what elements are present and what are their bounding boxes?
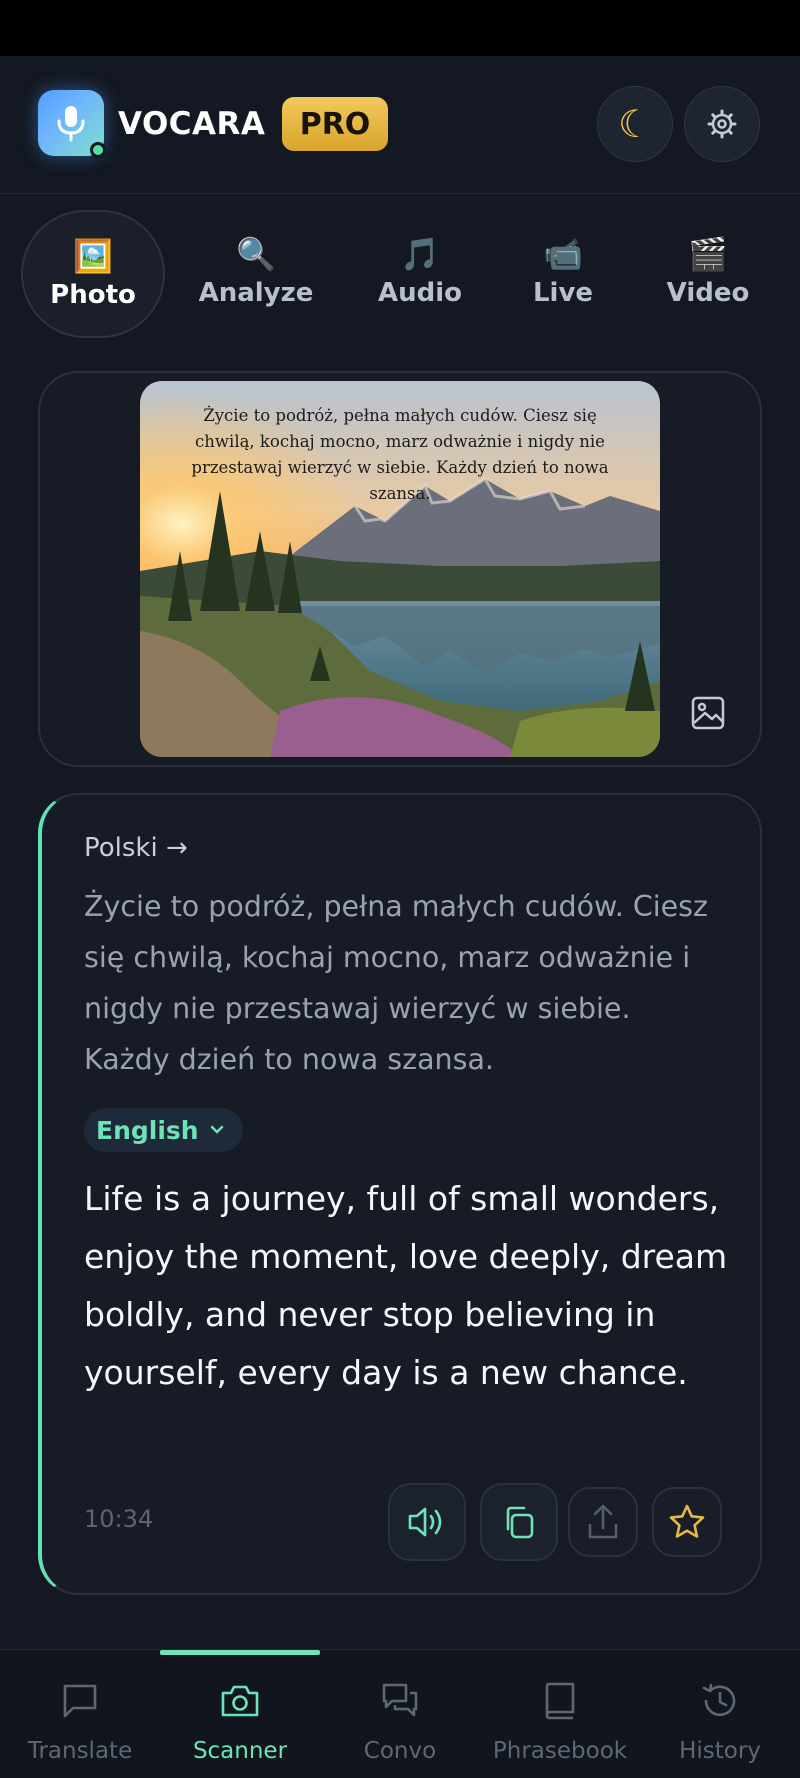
photo-overlay-text: Życie to podróż, pełna małych cudów. Cie… bbox=[191, 406, 609, 503]
target-language-selector[interactable]: English bbox=[84, 1108, 243, 1152]
timestamp: 10:34 bbox=[84, 1505, 154, 1533]
gear-icon bbox=[707, 109, 737, 139]
translated-text: Life is a journey, full of small wonders… bbox=[84, 1179, 728, 1392]
status-bar bbox=[0, 0, 800, 56]
tab-label: Video bbox=[666, 278, 750, 308]
app-name: VOCARA bbox=[118, 106, 266, 142]
moon-icon: ☾ bbox=[617, 102, 653, 146]
nav-label: Phrasebook bbox=[492, 1738, 628, 1764]
nav-convo[interactable]: Convo bbox=[320, 1650, 480, 1778]
tab-label: Analyze bbox=[198, 278, 314, 308]
copy-icon bbox=[506, 1506, 534, 1539]
nav-translate[interactable]: Translate bbox=[0, 1650, 160, 1778]
source-text: Życie to podróż, pełna małych cudów. Cie… bbox=[84, 890, 708, 1076]
bottom-navigation: Translate Scanner Convo Phrasebook Histo… bbox=[0, 1649, 800, 1778]
share-icon bbox=[588, 1504, 618, 1539]
copy-button[interactable] bbox=[480, 1483, 558, 1561]
nav-scanner[interactable]: Scanner bbox=[160, 1650, 320, 1778]
tab-label: Live bbox=[532, 278, 594, 308]
nav-label: History bbox=[679, 1738, 761, 1764]
tab-photo[interactable]: 🖼️ Photo bbox=[21, 210, 165, 338]
nav-phrasebook[interactable]: Phrasebook bbox=[480, 1650, 640, 1778]
music-note-icon: 🎵 bbox=[400, 235, 440, 273]
speaker-icon bbox=[408, 1507, 442, 1537]
source-language-label: Polski → bbox=[84, 833, 188, 863]
tab-label: Audio bbox=[377, 278, 463, 308]
photo-preview-card: Życie to podróż, pełna małych cudów. Cie… bbox=[38, 371, 762, 767]
book-icon bbox=[545, 1682, 575, 1720]
tab-video[interactable]: 🎬 Video bbox=[638, 210, 778, 338]
tab-live[interactable]: 📹 Live bbox=[493, 210, 633, 338]
camera-icon bbox=[221, 1685, 259, 1717]
microphone-icon bbox=[57, 106, 85, 142]
scanned-photo[interactable]: Życie to podróż, pełna małych cudów. Cie… bbox=[140, 381, 660, 757]
chevron-down-icon bbox=[210, 1125, 223, 1134]
magnifier-icon: 🔍 bbox=[236, 235, 276, 273]
gallery-image-icon[interactable] bbox=[688, 693, 728, 733]
clock-history-icon bbox=[702, 1683, 736, 1717]
tab-analyze[interactable]: 🔍 Analyze bbox=[186, 210, 326, 338]
picture-icon: 🖼️ bbox=[73, 237, 113, 275]
star-icon bbox=[669, 1504, 705, 1538]
clapper-icon: 🎬 bbox=[688, 235, 728, 273]
tab-audio[interactable]: 🎵 Audio bbox=[350, 210, 490, 338]
translation-card: Polski → Życie to podróż, pełna małych c… bbox=[38, 793, 762, 1595]
share-button[interactable] bbox=[568, 1487, 638, 1557]
nav-label: Translate bbox=[27, 1738, 133, 1764]
video-camera-icon: 📹 bbox=[543, 235, 583, 273]
conversation-icon bbox=[382, 1683, 418, 1717]
nav-history[interactable]: History bbox=[640, 1650, 800, 1778]
chat-bubble-icon bbox=[63, 1684, 97, 1718]
favorite-button[interactable] bbox=[652, 1487, 722, 1557]
speak-button[interactable] bbox=[388, 1483, 466, 1561]
target-language-label: English bbox=[96, 1115, 199, 1145]
app-logo bbox=[38, 90, 106, 158]
nav-label: Scanner bbox=[192, 1738, 288, 1764]
tab-label: Photo bbox=[50, 280, 136, 310]
mode-tabs: 🖼️ Photo 🔍 Analyze 🎵 Audio 📹 Live 🎬 Vide… bbox=[0, 210, 800, 338]
theme-toggle-button[interactable]: ☾ bbox=[597, 86, 673, 162]
pro-badge: PRO bbox=[282, 97, 388, 151]
online-dot bbox=[90, 142, 106, 158]
nav-label: Convo bbox=[363, 1738, 437, 1764]
settings-button[interactable] bbox=[684, 86, 760, 162]
app-header: VOCARA PRO ☾ bbox=[0, 56, 800, 194]
